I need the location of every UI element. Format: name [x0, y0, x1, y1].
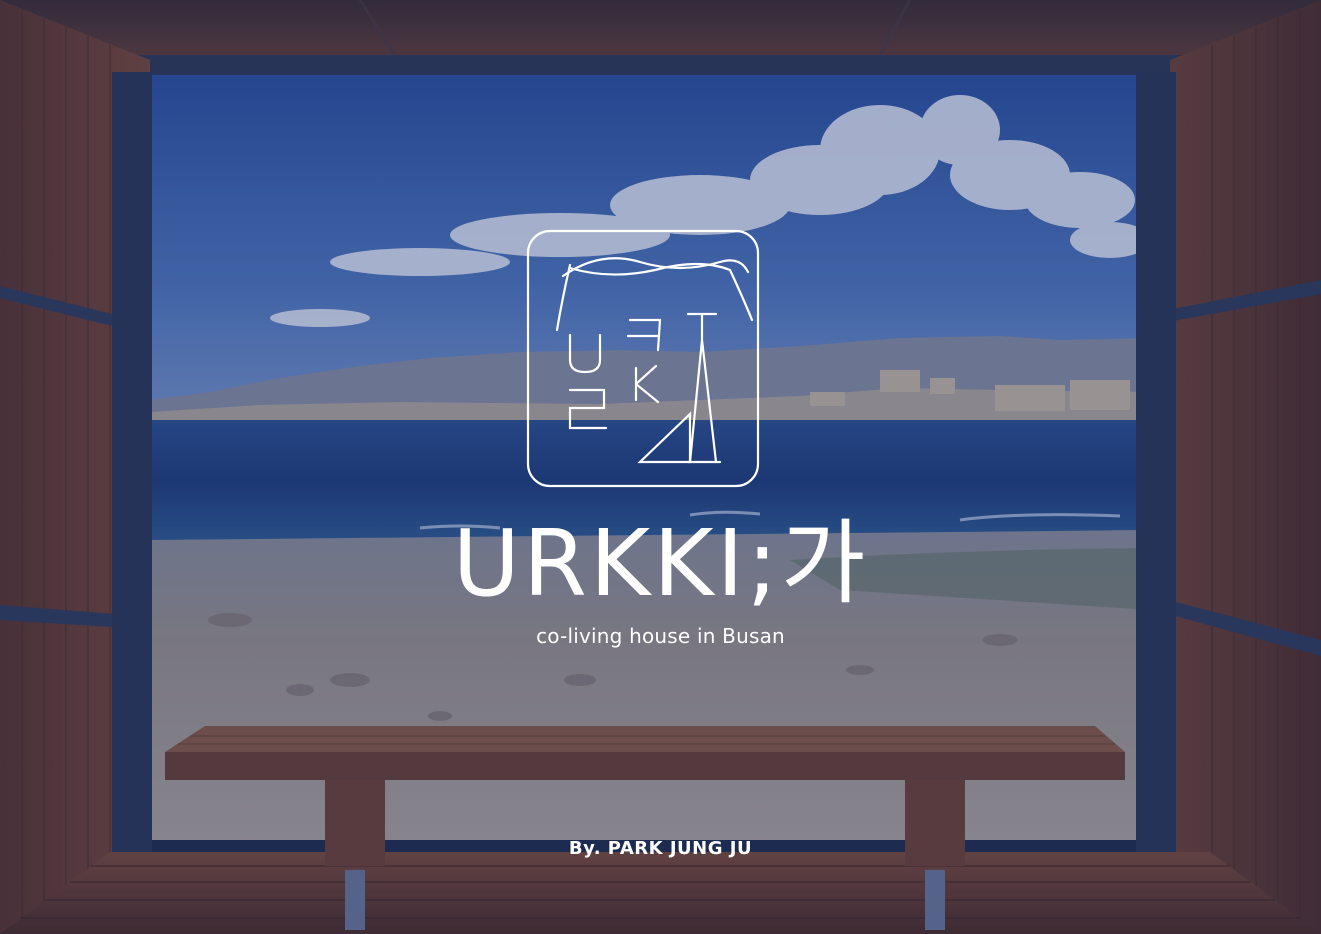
photo-background: [0, 0, 1321, 934]
author-byline: By. PARK JUNG JU: [568, 838, 753, 859]
cover-scene: URKKI;가 co-living house in Busan By. PAR…: [0, 0, 1321, 934]
page-title: URKKI;가: [452, 510, 869, 617]
color-overlay: [0, 0, 1321, 934]
subtitle: co-living house in Busan: [536, 624, 785, 648]
